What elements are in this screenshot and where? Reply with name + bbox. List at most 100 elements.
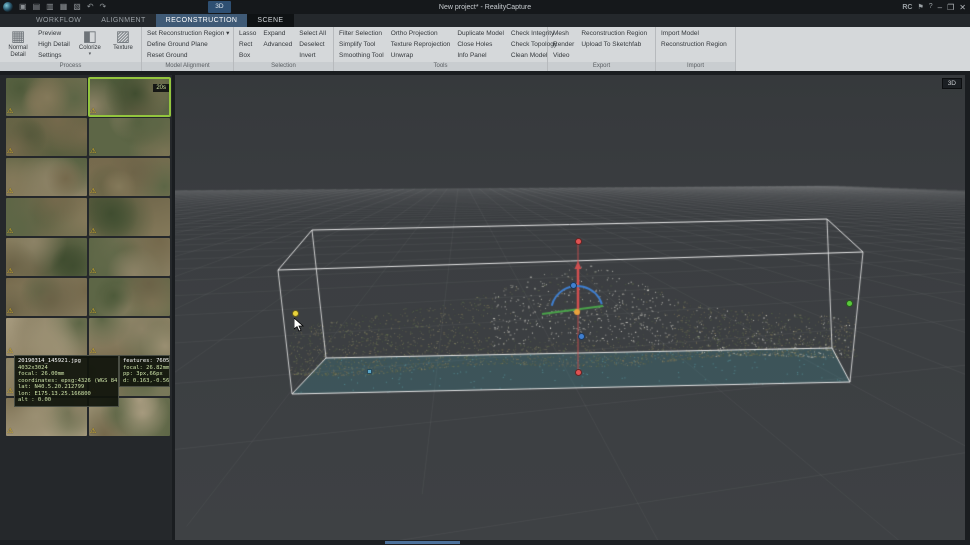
ribbon-button[interactable]: Deselect [298,40,327,50]
viewport-3d[interactable]: 3D [175,75,965,540]
image-thumbnail[interactable]: ⚠ [6,78,87,116]
ribbon-button[interactable]: Select All [298,29,327,39]
warning-icon: ⚠ [7,348,13,356]
image-thumbnail[interactable]: ⚠ [89,118,170,156]
status-icons: ⚑? [917,3,932,11]
ribbon-button[interactable]: Import Model [660,29,728,39]
speed-badge: 20s [153,84,169,92]
horizontal-scrollbar[interactable] [0,540,970,545]
view-tab-3d[interactable]: 3D [208,1,230,13]
region-handle-front[interactable] [578,333,585,340]
tab-workflow[interactable]: WORKFLOW [26,14,91,27]
image-thumbnail[interactable]: ⚠ [6,318,87,356]
scrollbar-thumb[interactable] [385,541,460,544]
minimize-button[interactable]: – [938,3,942,12]
ribbon-button[interactable]: Invert [298,51,327,61]
group-label-model-alignment: Model Alignment [142,62,233,71]
export-col2: Reconstruction RegionUpload To Sketchfab [580,29,648,62]
window-controls: –❐ ✕ [938,3,966,12]
layout-split-icon[interactable]: ▧ [71,0,83,14]
image-thumbnail[interactable]: ⚠ [6,198,87,236]
image-thumbnail[interactable]: ⚠ [6,278,87,316]
quick-access-toolbar: ▣▤▥▦▧↶↷ [17,0,108,14]
ribbon-button[interactable]: Lasso [238,29,257,39]
ribbon-button[interactable]: Expand [262,29,293,39]
normal-detail-button[interactable]: ▦ Normal Detail [4,29,32,62]
image-thumbnail[interactable]: ⚠ [6,118,87,156]
tools-col3: Duplicate ModelClose HolesInfo Panel [456,29,505,62]
ribbon-button[interactable]: Advanced [262,40,293,50]
image-thumbnail[interactable]: ⚠ [89,318,170,356]
ribbon-button[interactable]: Smoothing Tool [338,51,385,61]
redo-icon[interactable]: ↷ [98,0,109,14]
ribbon-button[interactable]: Define Ground Plane [146,40,230,50]
layout-rows-icon[interactable]: ▤ [31,0,43,14]
scene-canvas[interactable] [175,75,965,540]
region-handle-bottom[interactable] [575,369,582,376]
layout-single-icon[interactable]: ▣ [17,0,29,14]
maximize-button[interactable]: ❐ [947,3,954,12]
ribbon-button[interactable]: Filter Selection [338,29,385,39]
normal-detail-icon: ▦ [11,29,25,45]
selection-col1: LassoRectBox [238,29,257,62]
image-thumbnail[interactable]: ⚠ [89,278,170,316]
image-thumbnail[interactable]: ⚠ [89,238,170,276]
mouse-cursor [294,318,304,332]
selection-col3: Select AllDeselectInvert [298,29,327,62]
ribbon-button[interactable]: Preview [37,29,71,39]
warning-icon: ⚠ [90,428,96,436]
undo-icon[interactable]: ↶ [85,0,96,14]
app-logo-icon[interactable] [3,2,13,12]
warning-icon: ⚠ [90,148,96,156]
texture-button[interactable]: ▨ Texture [109,29,137,62]
notifications-icon[interactable]: ⚑ [917,3,923,11]
group-label-selection: Selection [234,62,333,71]
ribbon-button[interactable]: Reset Ground [146,51,230,61]
close-button[interactable]: ✕ [959,3,966,12]
ribbon-button[interactable]: Close Holes [456,40,505,50]
region-handle-right[interactable] [846,300,853,307]
ribbon-button[interactable]: Box [238,51,257,61]
titlebar-right: RC ⚑? –❐✕ [902,3,970,12]
ribbon-button[interactable]: Settings [37,51,71,61]
ribbon-button[interactable]: Reconstruction Region [580,29,648,39]
layout-columns-icon[interactable]: ▥ [44,0,56,14]
tab-scene[interactable]: SCENE [247,14,293,27]
region-handle-top[interactable] [575,238,582,245]
ribbon-button[interactable]: Rect [238,40,257,50]
ribbon: ▦ Normal Detail PreviewHigh DetailSettin… [0,27,970,71]
ribbon-button[interactable]: Set Reconstruction Region ▾ [146,29,230,39]
ribbon-button[interactable]: Duplicate Model [456,29,505,39]
group-label-import: Import [656,62,735,71]
warning-icon: ⚠ [7,388,13,396]
ribbon-button[interactable]: Texture Reprojection [390,40,452,50]
ribbon-button[interactable]: Reconstruction Region [660,40,728,50]
image-thumbnail[interactable]: ⚠ [89,198,170,236]
ribbon-button[interactable]: Simplify Tool [338,40,385,50]
image-thumbnail[interactable]: ⚠ [6,238,87,276]
ribbon-button[interactable]: Video [552,51,575,61]
ribbon-button[interactable]: Info Panel [456,51,505,61]
colorize-button[interactable]: ◧ Colorize ▾ [76,29,104,62]
warning-icon: ⚠ [7,268,13,276]
tools-col2: Ortho ProjectionTexture ReprojectionUnwr… [390,29,452,62]
ribbon-button[interactable]: Render [552,40,575,50]
layout-grid-icon[interactable]: ▦ [58,0,70,14]
ribbon-button[interactable]: High Detail [37,40,71,50]
ribbon-button[interactable]: Upload To Sketchfab [580,40,648,50]
tab-alignment[interactable]: ALIGNMENT [91,14,155,27]
ribbon-button[interactable]: Unwrap [390,51,452,61]
tab-reconstruction[interactable]: RECONSTRUCTION [156,14,248,27]
feature-stats-tooltip: features: 7605/4000focal: 26.82mmpp: 3px… [119,355,170,387]
ribbon-group-tools: Filter SelectionSimplify ToolSmoothing T… [334,27,548,71]
image-thumbnail[interactable]: ⚠ [6,158,87,196]
warning-icon: ⚠ [7,228,13,236]
ribbon-button[interactable]: Mesh [552,29,575,39]
ribbon-group-selection: LassoRectBox ExpandAdvanced Select AllDe… [234,27,334,71]
title-bar: ▣▤▥▦▧↶↷ 3D New project* - RealityCapture… [0,0,970,14]
help-icon[interactable]: ? [929,3,933,11]
ribbon-button[interactable]: Ortho Projection [390,29,452,39]
image-thumbnail[interactable]: ⚠ [89,158,170,196]
warning-icon: ⚠ [90,268,96,276]
region-handle-marker[interactable] [367,369,372,374]
